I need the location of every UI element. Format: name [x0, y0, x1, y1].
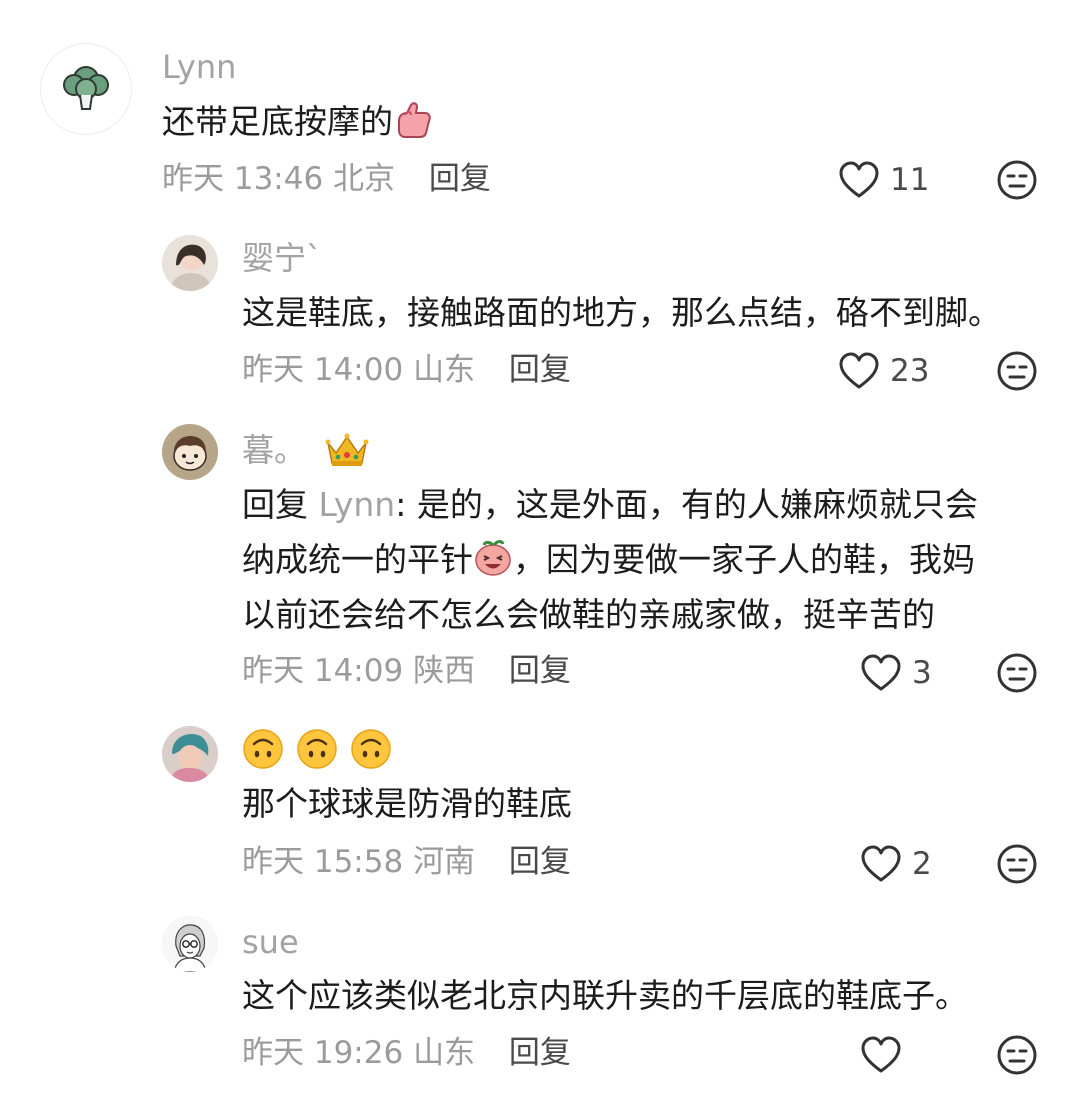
comment-text: 这是鞋底，接触路面的地方，那么点结，硌不到脚。 [242, 293, 1001, 332]
like-button[interactable]: 2 [860, 842, 932, 886]
dislike-button[interactable] [996, 652, 1038, 694]
user-photo-icon [162, 235, 218, 291]
heart-icon [861, 1036, 901, 1073]
like-button[interactable]: 3 [860, 651, 932, 695]
dislike-button[interactable] [996, 843, 1038, 885]
username[interactable]: sue [242, 922, 299, 962]
meh-face-icon [997, 1035, 1037, 1075]
reply-button[interactable]: 回复 [509, 844, 571, 880]
comment-location: 河南 [413, 844, 476, 880]
comment-text: 还带足底按摩的 [162, 94, 433, 149]
comment-time: 昨天 14:09 [242, 653, 404, 689]
child-photo-icon [162, 726, 218, 782]
comment-time: 昨天 14:00 [242, 352, 404, 388]
comment-line: 纳成统一的平针 ，因为要做一家子人的鞋，我妈 [242, 532, 978, 587]
like-button[interactable]: 23 [838, 349, 929, 393]
thumbs-up-emoji [393, 101, 433, 139]
upside-down-face-emoji [350, 728, 392, 772]
avatar[interactable] [162, 916, 218, 972]
like-button[interactable]: 11 [838, 158, 929, 202]
username[interactable] [242, 728, 392, 772]
cartoon-avatar-icon [162, 424, 218, 480]
heart-icon [839, 161, 879, 198]
reply-button[interactable]: 回复 [509, 352, 571, 388]
comment-text: 那个球球是防滑的鞋底 [242, 784, 572, 823]
comment-text: 这个应该类似老北京内联升卖的千层底的鞋底子。 [242, 976, 968, 1015]
heart-icon [839, 352, 879, 389]
like-count: 3 [912, 655, 932, 691]
heart-icon [861, 654, 901, 691]
comment-meta: 昨天 19:26 山东 回复 [242, 1033, 571, 1073]
comment-location: 北京 [333, 161, 396, 197]
meh-face-icon [997, 653, 1037, 693]
avatar[interactable] [162, 424, 218, 480]
comment-line: 回复 Lynn: 是的，这是外面，有的人嫌麻烦就只会 [242, 485, 978, 524]
avatar[interactable] [162, 726, 218, 782]
upside-down-face-emoji [296, 728, 338, 772]
like-button[interactable] [860, 1033, 902, 1077]
dislike-button[interactable] [996, 350, 1038, 392]
comment-location: 山东 [413, 352, 476, 388]
reply-button[interactable]: 回复 [429, 161, 491, 197]
comment-time: 昨天 19:26 [242, 1035, 404, 1071]
comment-meta: 昨天 15:58 河南 回复 [242, 842, 571, 882]
heart-icon [861, 845, 901, 882]
crown-icon [324, 431, 370, 469]
comment-meta: 昨天 14:00 山东 回复 [242, 350, 571, 390]
username[interactable]: 婴宁` [242, 238, 322, 278]
laughing-peach-emoji [473, 537, 513, 577]
comment-meta: 昨天 14:09 陕西 回复 [242, 651, 571, 691]
avatar[interactable] [40, 43, 132, 135]
like-count: 11 [890, 162, 930, 198]
comment-time: 昨天 13:46 [162, 161, 324, 197]
comment-text: 回复 Lynn: 是的，这是外面，有的人嫌麻烦就只会 纳成统一的平针 ，因为要做… [242, 477, 978, 642]
reply-button[interactable]: 回复 [509, 653, 571, 689]
dislike-button[interactable] [996, 1034, 1038, 1076]
avatar[interactable] [162, 235, 218, 291]
reply-mention[interactable]: Lynn [319, 485, 396, 524]
username[interactable]: Lynn [162, 47, 236, 87]
like-count: 23 [890, 353, 930, 389]
upside-down-face-emoji [242, 728, 284, 772]
comment-location: 山东 [413, 1035, 476, 1071]
reply-button[interactable]: 回复 [509, 1035, 571, 1071]
comment-meta: 昨天 13:46 北京 回复 [162, 159, 491, 199]
meh-face-icon [997, 160, 1037, 200]
comment-time: 昨天 15:58 [242, 844, 404, 880]
like-count: 2 [912, 846, 932, 882]
meh-face-icon [997, 351, 1037, 391]
comment-line: 以前还会给不怎么会做鞋的亲戚家做，挺辛苦的 [242, 595, 935, 634]
meh-face-icon [997, 844, 1037, 884]
broccoli-icon [63, 66, 109, 110]
comment-location: 陕西 [413, 653, 476, 689]
username[interactable]: 暮。 [242, 430, 370, 470]
dislike-button[interactable] [996, 159, 1038, 201]
sketch-avatar-icon [162, 916, 218, 972]
